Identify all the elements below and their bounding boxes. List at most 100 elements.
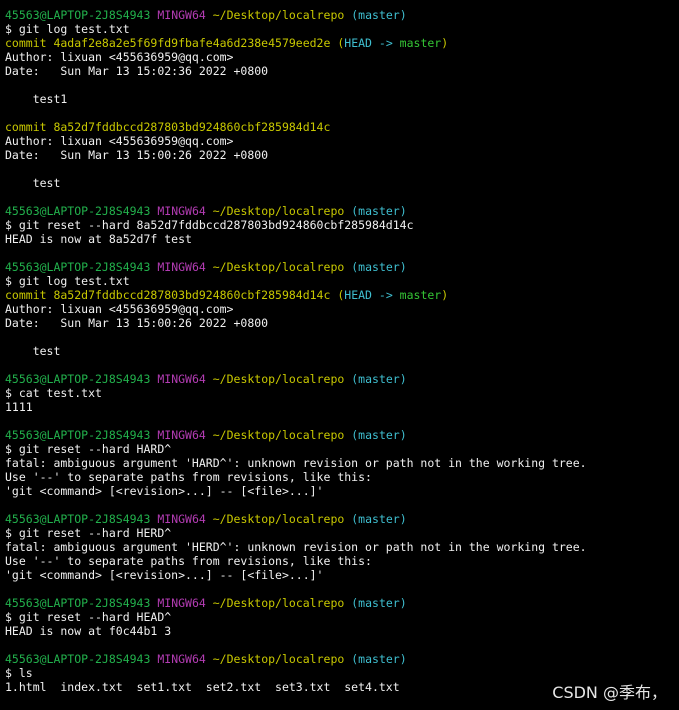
- command-text: $ cat test.txt: [5, 386, 102, 400]
- command-line: $ ls: [5, 666, 679, 680]
- prompt-branch: (master): [351, 372, 407, 386]
- prompt-line: 45563@LAPTOP-2J8S4943 MINGW64 ~/Desktop/…: [5, 8, 679, 22]
- command-line: $ git log test.txt: [5, 274, 679, 288]
- command-line: $ cat test.txt: [5, 386, 679, 400]
- prompt-user-host: 45563@LAPTOP-2J8S4943: [5, 8, 151, 22]
- prompt-path: ~/Desktop/localrepo: [212, 260, 345, 274]
- commit-ref-close: ): [441, 36, 449, 50]
- prompt-line: 45563@LAPTOP-2J8S4943 MINGW64 ~/Desktop/…: [5, 428, 679, 442]
- prompt-line: 45563@LAPTOP-2J8S4943 MINGW64 ~/Desktop/…: [5, 596, 679, 610]
- prompt-branch: (master): [351, 260, 407, 274]
- commit-hash: commit 8a52d7fddbccd287803bd924860cbf285…: [5, 120, 331, 134]
- output-line: Author: lixuan <455636959@qq.com>: [5, 302, 679, 316]
- output-text: Use '--' to separate paths from revision…: [5, 470, 372, 484]
- commit-hash: commit 8a52d7fddbccd287803bd924860cbf285…: [5, 288, 331, 302]
- output-text: Author: lixuan <455636959@qq.com>: [5, 302, 234, 316]
- commit-ref-open: (: [330, 36, 345, 50]
- terminal-window[interactable]: 45563@LAPTOP-2J8S4943 MINGW64 ~/Desktop/…: [5, 8, 679, 710]
- command-line: $ git log test.txt: [5, 22, 679, 36]
- output-text: HEAD is now at 8a52d7f test: [5, 232, 192, 246]
- prompt-line: 45563@LAPTOP-2J8S4943 MINGW64 ~/Desktop/…: [5, 652, 679, 666]
- command-text: $ git log test.txt: [5, 274, 130, 288]
- output-line: fatal: ambiguous argument 'HARD^': unkno…: [5, 456, 679, 470]
- prompt-branch: (master): [351, 652, 407, 666]
- commit-line: commit 4adaf2e8a2e5f69fd9fbafe4a6d238e45…: [5, 36, 679, 50]
- command-text: $ git reset --hard HEAD^: [5, 610, 172, 624]
- prompt-user-host: 45563@LAPTOP-2J8S4943: [5, 260, 151, 274]
- prompt-shell: MINGW64: [157, 372, 206, 386]
- output-line: test: [5, 344, 679, 358]
- prompt-path: ~/Desktop/localrepo: [212, 428, 345, 442]
- prompt-shell: MINGW64: [157, 8, 206, 22]
- prompt-shell: MINGW64: [157, 204, 206, 218]
- commit-hash: commit 4adaf2e8a2e5f69fd9fbafe4a6d238e45…: [5, 36, 331, 50]
- output-line: HEAD is now at 8a52d7f test: [5, 232, 679, 246]
- prompt-path: ~/Desktop/localrepo: [212, 204, 345, 218]
- branch-ref: master: [392, 36, 442, 50]
- output-line: Author: lixuan <455636959@qq.com>: [5, 134, 679, 148]
- output-line: Author: lixuan <455636959@qq.com>: [5, 50, 679, 64]
- output-text: HEAD is now at f0c44b1 3: [5, 624, 172, 638]
- commit-line: commit 8a52d7fddbccd287803bd924860cbf285…: [5, 288, 679, 302]
- output-line: test: [5, 176, 679, 190]
- output-line: 1111: [5, 400, 679, 414]
- command-text: $ git reset --hard HERD^: [5, 526, 172, 540]
- prompt-path: ~/Desktop/localrepo: [212, 652, 345, 666]
- output-text: test: [5, 344, 61, 358]
- output-line: fatal: ambiguous argument 'HERD^': unkno…: [5, 540, 679, 554]
- prompt-user-host: 45563@LAPTOP-2J8S4943: [5, 596, 151, 610]
- output-text: fatal: ambiguous argument 'HARD^': unkno…: [5, 456, 587, 470]
- csdn-watermark: CSDN @季布，: [552, 683, 667, 702]
- prompt-path: ~/Desktop/localrepo: [212, 512, 345, 526]
- command-line: $ git reset --hard 8a52d7fddbccd287803bd…: [5, 218, 679, 232]
- output-text: 'git <command> [<revision>...] -- [<file…: [5, 484, 324, 498]
- command-text: $ git reset --hard 8a52d7fddbccd287803bd…: [5, 218, 414, 232]
- command-line: $ git reset --hard HERD^: [5, 526, 679, 540]
- prompt-branch: (master): [351, 596, 407, 610]
- prompt-path: ~/Desktop/localrepo: [212, 372, 345, 386]
- output-line: 'git <command> [<revision>...] -- [<file…: [5, 568, 679, 582]
- output-text: Date: Sun Mar 13 15:00:26 2022 +0800: [5, 316, 269, 330]
- command-text: $ git log test.txt: [5, 22, 130, 36]
- output-text: 1111: [5, 400, 33, 414]
- prompt-line: 45563@LAPTOP-2J8S4943 MINGW64 ~/Desktop/…: [5, 204, 679, 218]
- prompt-shell: MINGW64: [157, 652, 206, 666]
- output-line: Use '--' to separate paths from revision…: [5, 554, 679, 568]
- output-line: Date: Sun Mar 13 15:00:26 2022 +0800: [5, 148, 679, 162]
- prompt-branch: (master): [351, 8, 407, 22]
- command-line: $ git reset --hard HARD^: [5, 442, 679, 456]
- output-line: 'git <command> [<revision>...] -- [<file…: [5, 484, 679, 498]
- output-text: Date: Sun Mar 13 15:00:26 2022 +0800: [5, 148, 269, 162]
- prompt-line: 45563@LAPTOP-2J8S4943 MINGW64 ~/Desktop/…: [5, 372, 679, 386]
- branch-ref: master: [392, 288, 442, 302]
- prompt-line: 45563@LAPTOP-2J8S4943 MINGW64 ~/Desktop/…: [5, 512, 679, 526]
- output-line: test1: [5, 92, 679, 106]
- command-text: $ ls: [5, 666, 33, 680]
- output-text: 'git <command> [<revision>...] -- [<file…: [5, 568, 324, 582]
- prompt-user-host: 45563@LAPTOP-2J8S4943: [5, 512, 151, 526]
- commit-ref-open: (: [330, 288, 345, 302]
- output-line: Date: Sun Mar 13 15:00:26 2022 +0800: [5, 316, 679, 330]
- prompt-shell: MINGW64: [157, 596, 206, 610]
- output-text: Date: Sun Mar 13 15:02:36 2022 +0800: [5, 64, 269, 78]
- prompt-path: ~/Desktop/localrepo: [212, 8, 345, 22]
- output-text: Author: lixuan <455636959@qq.com>: [5, 50, 234, 64]
- prompt-shell: MINGW64: [157, 428, 206, 442]
- commit-ref-close: ): [441, 288, 449, 302]
- command-text: $ git reset --hard HARD^: [5, 442, 172, 456]
- output-text: test: [5, 176, 61, 190]
- head-ref: HEAD ->: [344, 36, 393, 50]
- head-ref: HEAD ->: [344, 288, 393, 302]
- output-text: 1.html index.txt set1.txt set2.txt set3.…: [5, 680, 400, 694]
- prompt-user-host: 45563@LAPTOP-2J8S4943: [5, 652, 151, 666]
